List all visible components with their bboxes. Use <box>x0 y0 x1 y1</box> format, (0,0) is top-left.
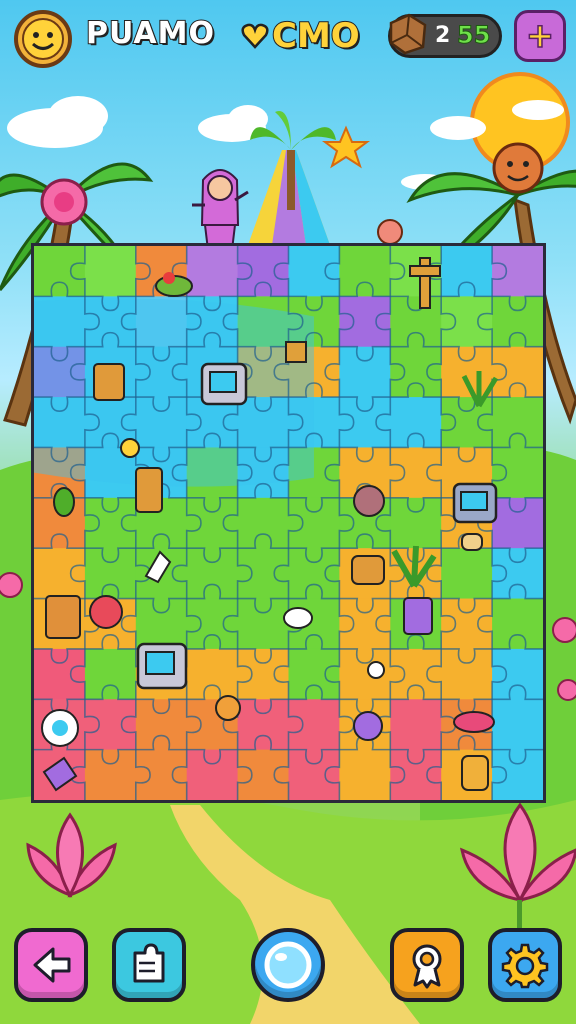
bubble-icon <box>264 941 312 989</box>
pink-flower <box>552 617 576 643</box>
book-icon <box>403 597 433 635</box>
player-name: PUAMO <box>85 15 215 52</box>
lamp-icon <box>135 467 163 513</box>
smiley-face-icon <box>22 18 64 60</box>
board-items <box>41 257 499 792</box>
plus-icon: + <box>525 15 555 57</box>
ufo-icon <box>453 711 495 733</box>
strawberry-icon <box>89 595 123 629</box>
gear-sun-icon <box>41 709 79 747</box>
fruit-bowl-icon <box>155 272 193 297</box>
wooden-crate-icon <box>45 595 81 639</box>
puzzle-piece-button[interactable] <box>112 928 186 1002</box>
coconut-face <box>492 142 544 194</box>
palm-leaf-icon <box>391 545 437 588</box>
back-arrow-icon <box>33 947 71 983</box>
currency-value: 55 <box>456 21 491 50</box>
leaf-icon <box>53 487 75 517</box>
bug-creature-icon <box>353 485 385 517</box>
center-bubble-button[interactable] <box>251 928 325 1002</box>
glove-icon <box>144 550 172 584</box>
counter-value: 2 <box>435 23 451 48</box>
gear-icon <box>501 943 549 989</box>
cloud-item-icon <box>283 607 313 629</box>
tv-robot-icon <box>136 642 188 690</box>
puzzle-piece-icon <box>133 943 165 983</box>
small-creature <box>377 219 403 245</box>
sprout-icon <box>367 661 385 679</box>
cat-icon <box>215 695 241 721</box>
settings-button[interactable] <box>488 928 562 1002</box>
barrel-icon <box>351 555 385 585</box>
plant-icon <box>461 371 499 408</box>
bottle-icon <box>461 533 483 551</box>
game-logo: CMO <box>240 10 366 62</box>
wooden-cross-icon <box>409 257 441 309</box>
crate-icon <box>93 363 125 401</box>
bubble-item-icon <box>353 711 383 741</box>
gear-item-icon <box>120 438 140 458</box>
wood-crate-icon <box>389 13 427 55</box>
monitor-icon <box>452 482 498 524</box>
girl-character <box>192 169 249 251</box>
back-button[interactable] <box>14 928 88 1002</box>
add-currency-button[interactable]: + <box>514 10 566 62</box>
shell-icon <box>42 756 78 792</box>
heart-icon <box>241 23 269 49</box>
jar-icon <box>461 755 489 791</box>
achievements-button[interactable] <box>390 928 464 1002</box>
small-box-icon <box>285 341 307 363</box>
pink-flower <box>557 679 576 701</box>
puzzle-board[interactable] <box>31 243 546 803</box>
award-ribbon-icon <box>412 944 442 989</box>
game-logo-text: CMO <box>271 15 361 57</box>
pink-flower <box>0 572 23 598</box>
robot-box-icon <box>200 362 248 406</box>
currency-counter: 2 55 <box>388 13 502 58</box>
player-avatar-button[interactable] <box>14 10 72 68</box>
